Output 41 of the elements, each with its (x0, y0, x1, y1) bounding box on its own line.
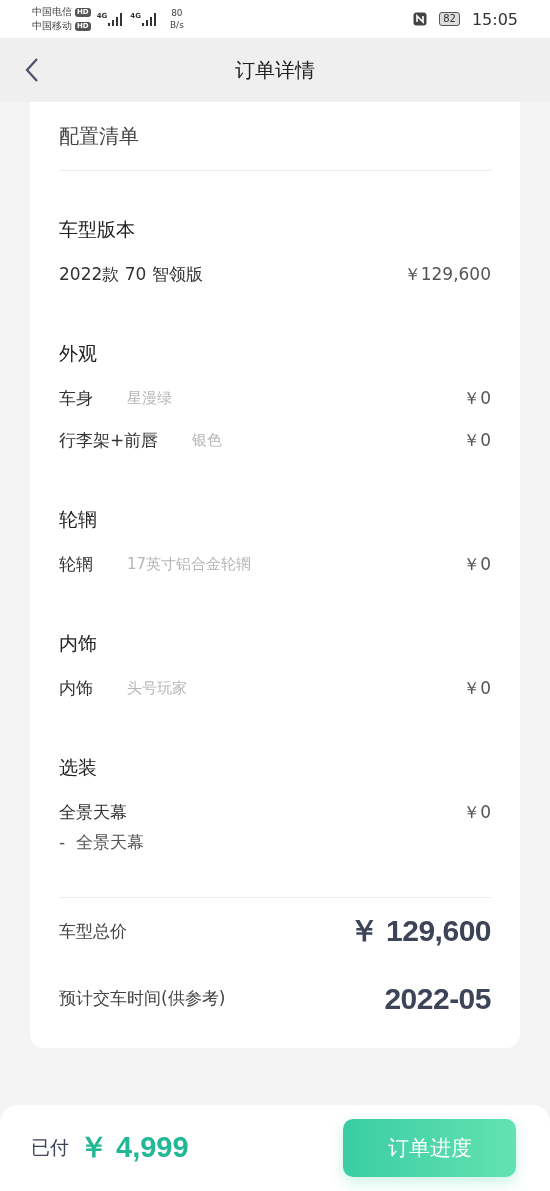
back-icon[interactable] (25, 57, 39, 83)
item-price: ￥0 (463, 801, 491, 824)
item-detail: - 全景天幕 (59, 831, 145, 853)
clock-time: 15:05 (471, 9, 518, 29)
signal-icon (141, 12, 158, 26)
item-price: ￥129,600 (403, 263, 491, 286)
card-title: 配置清单 (59, 123, 140, 150)
item-option: 17英寸铝合金轮辋 (127, 543, 252, 585)
carrier-name: 中国电信 (32, 5, 72, 19)
summary-label: 车型总价 (59, 920, 127, 943)
item-name: 全景天幕 (59, 801, 127, 824)
nfc-icon (413, 12, 428, 26)
item-name: 车身 (59, 387, 93, 410)
signal-icon (108, 12, 125, 26)
item-name: 2022款 70 智领版 (59, 263, 203, 286)
network-speed: 80 (171, 7, 183, 19)
item-option: 星漫绿 (127, 377, 172, 419)
order-progress-button[interactable]: 订单进度 (343, 1119, 516, 1177)
section-title: 车型版本 (59, 217, 136, 242)
item-price: ￥0 (463, 387, 491, 410)
network-speed: B/s (169, 19, 184, 31)
item-option: 头号玩家 (127, 667, 187, 709)
battery-icon: 82 (439, 12, 460, 26)
section-title: 内饰 (59, 631, 98, 656)
summary-label: 预计交车时间(供参考) (59, 987, 226, 1010)
paid-amount: ￥ 4,999 (79, 1130, 189, 1165)
item-price: ￥0 (463, 677, 491, 700)
item-name: 轮辋 (59, 553, 93, 576)
item-price: ￥0 (463, 553, 491, 576)
item-name: 内饰 (59, 677, 93, 700)
paid-label: 已付 (31, 1135, 69, 1160)
section-title: 选装 (59, 755, 98, 780)
item-price: ￥0 (463, 429, 491, 452)
summary-value: 2022-05 (384, 981, 491, 1016)
item-option: 银色 (192, 419, 223, 461)
carrier-name: 中国移动 (32, 19, 72, 33)
section-title: 轮辋 (59, 507, 98, 532)
item-name: 行李架+前唇 (59, 429, 159, 452)
page-title: 订单详情 (235, 56, 315, 84)
section-title: 外观 (59, 341, 98, 366)
summary-value: ￥ 129,600 (348, 913, 491, 949)
